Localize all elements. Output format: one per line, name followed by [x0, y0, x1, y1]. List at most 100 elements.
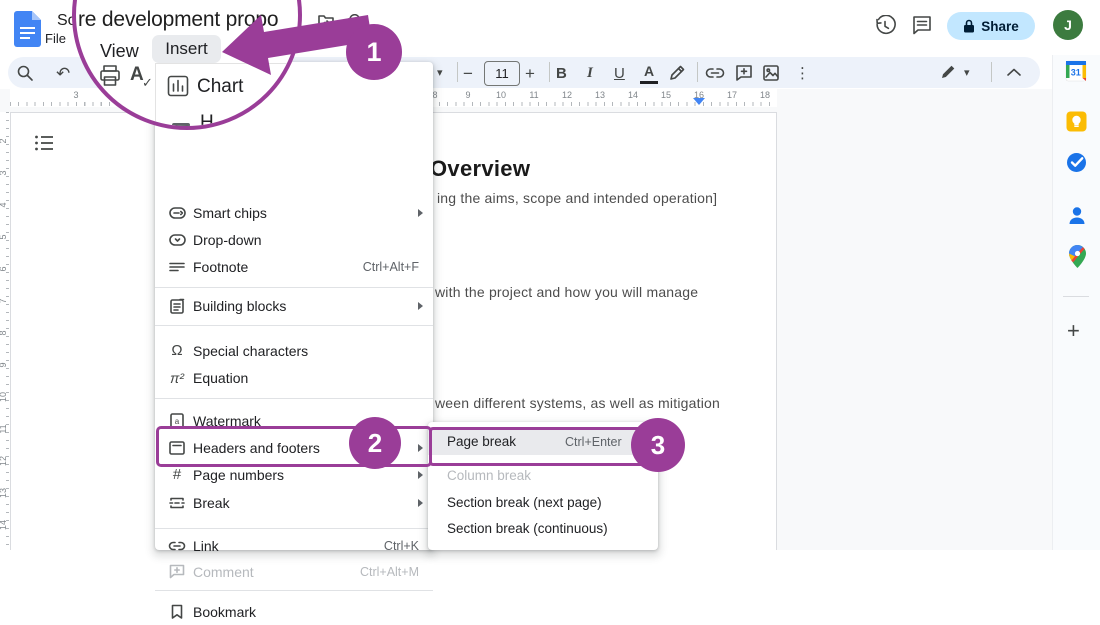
calendar-icon[interactable]: 31	[1065, 60, 1087, 82]
document-text-line: ing the aims, scope and intended operati…	[437, 190, 717, 206]
menu-item-equation[interactable]: π² Equation	[155, 364, 433, 391]
submenu-item-column-break: Column break	[428, 462, 658, 489]
editing-mode-pencil-icon[interactable]	[940, 63, 957, 80]
ruler-number: 12	[557, 90, 577, 100]
ruler-number: 12	[0, 453, 8, 469]
menu-divider	[155, 590, 433, 591]
submenu-arrow-icon	[418, 471, 423, 479]
ruler-number: 10	[0, 389, 8, 405]
submenu-arrow-icon	[418, 209, 423, 217]
annotation-step-badge-3: 3	[631, 418, 685, 472]
increase-font-button[interactable]: +	[525, 64, 535, 84]
submenu-item-section-break-next[interactable]: Section break (next page)	[428, 489, 658, 516]
tasks-icon[interactable]	[1066, 152, 1087, 173]
font-dropdown-caret-icon[interactable]: ▾	[437, 66, 443, 79]
ruler-number: 10	[491, 90, 511, 100]
vertical-ruler[interactable]: 2 3 4 5 6 7 8 9 10 11 12 13 14	[0, 112, 10, 550]
contacts-icon[interactable]	[1068, 206, 1086, 226]
menu-item-drop-down[interactable]: Drop-down	[155, 226, 433, 253]
ruler-number: 8	[0, 325, 8, 341]
collapse-toolbar-icon[interactable]	[1006, 67, 1022, 77]
ruler-number: 14	[0, 517, 8, 533]
avatar[interactable]: J	[1053, 10, 1083, 40]
insert-menu: Smart chips Drop-down Footnote Ctrl+Alt+…	[155, 62, 433, 550]
ruler-number: 5	[0, 229, 8, 245]
ruler-number: 13	[590, 90, 610, 100]
insert-image-icon[interactable]	[762, 64, 780, 82]
document-heading: Overview	[430, 156, 530, 182]
link-icon	[168, 537, 186, 555]
underline-button[interactable]: U	[614, 65, 625, 82]
ruler-number: 9	[458, 90, 478, 100]
menu-divider	[155, 287, 433, 288]
menu-item-link[interactable]: Link Ctrl+K	[155, 532, 433, 559]
comments-icon[interactable]	[911, 14, 933, 36]
ruler-number: 9	[0, 357, 8, 373]
ruler-number: 4	[0, 197, 8, 213]
horizontal-line-icon-zoomed	[172, 123, 190, 127]
get-addons-plus-icon[interactable]: +	[1067, 318, 1080, 344]
ruler-number: 13	[0, 485, 8, 501]
annotation-step-badge-1: 1	[346, 24, 402, 80]
menu-item-comment: Comment Ctrl+Alt+M	[155, 558, 433, 585]
ruler-number: 2	[0, 133, 8, 149]
bookmark-icon	[168, 603, 186, 621]
share-button[interactable]: Share	[947, 12, 1035, 40]
maps-icon[interactable]	[1069, 245, 1086, 268]
bold-button[interactable]: B	[556, 65, 567, 82]
text-color-bar	[640, 81, 658, 84]
text-color-button[interactable]: A	[644, 63, 654, 79]
keep-icon[interactable]	[1066, 111, 1087, 132]
document-text-line: with the project and how you will manage	[435, 284, 698, 300]
ruler-number: 15	[656, 90, 676, 100]
submenu-arrow-icon	[418, 499, 423, 507]
font-size-input[interactable]: 11	[484, 61, 520, 86]
menu-item-special-characters[interactable]: Ω Special characters	[155, 337, 433, 364]
insert-link-icon[interactable]	[705, 66, 725, 80]
menu-item-footnote[interactable]: Footnote Ctrl+Alt+F	[155, 253, 433, 280]
hash-icon: #	[168, 466, 186, 484]
toolbar-separator	[457, 62, 458, 82]
annotation-outline-page-break	[429, 427, 650, 466]
menu-item-smart-chips[interactable]: Smart chips	[155, 199, 433, 226]
ruler-number: 7	[0, 293, 8, 309]
menu-item-break[interactable]: Break	[155, 489, 433, 516]
menu-item-horizontal-line-zoomed[interactable]: H	[200, 112, 214, 130]
version-history-icon[interactable]	[874, 15, 896, 37]
svg-text:a: a	[175, 417, 180, 426]
highlight-pen-icon[interactable]	[668, 64, 686, 82]
mode-caret-icon[interactable]: ▾	[964, 66, 970, 79]
ruler-number: 11	[524, 90, 544, 100]
drop-down-icon	[168, 231, 186, 249]
comment-icon	[168, 563, 186, 581]
menu-divider	[155, 325, 433, 326]
submenu-item-section-break-continuous[interactable]: Section break (continuous)	[428, 515, 658, 542]
decrease-font-button[interactable]: −	[463, 64, 473, 84]
submenu-arrow-icon	[418, 302, 423, 310]
more-toolbar-icon[interactable]: ⋮	[795, 64, 810, 82]
toolbar-separator	[549, 62, 550, 82]
menu-divider	[155, 398, 433, 399]
ruler-number: 3	[0, 165, 8, 181]
break-icon	[168, 494, 186, 512]
calendar-number: 31	[1071, 68, 1081, 78]
menu-item-building-blocks[interactable]: Building blocks	[155, 292, 433, 319]
document-outline-icon[interactable]	[34, 134, 54, 152]
omega-icon: Ω	[168, 342, 186, 360]
rail-divider	[1063, 296, 1089, 297]
ruler-number: 14	[623, 90, 643, 100]
indent-marker[interactable]	[693, 98, 705, 105]
italic-button[interactable]: I	[587, 65, 593, 82]
menu-item-bookmark[interactable]: Bookmark	[155, 598, 433, 625]
add-comment-icon[interactable]	[735, 64, 753, 82]
menu-divider	[155, 528, 433, 529]
smart-chips-icon	[168, 204, 186, 222]
toolbar-separator	[991, 62, 992, 82]
equation-icon: π²	[168, 369, 186, 387]
building-blocks-icon	[168, 297, 186, 315]
annotation-step-badge-2: 2	[349, 417, 401, 469]
share-button-label: Share	[981, 19, 1019, 34]
ruler-number: 18	[755, 90, 775, 100]
ruler-number: 6	[0, 261, 8, 277]
footnote-icon	[168, 258, 186, 276]
